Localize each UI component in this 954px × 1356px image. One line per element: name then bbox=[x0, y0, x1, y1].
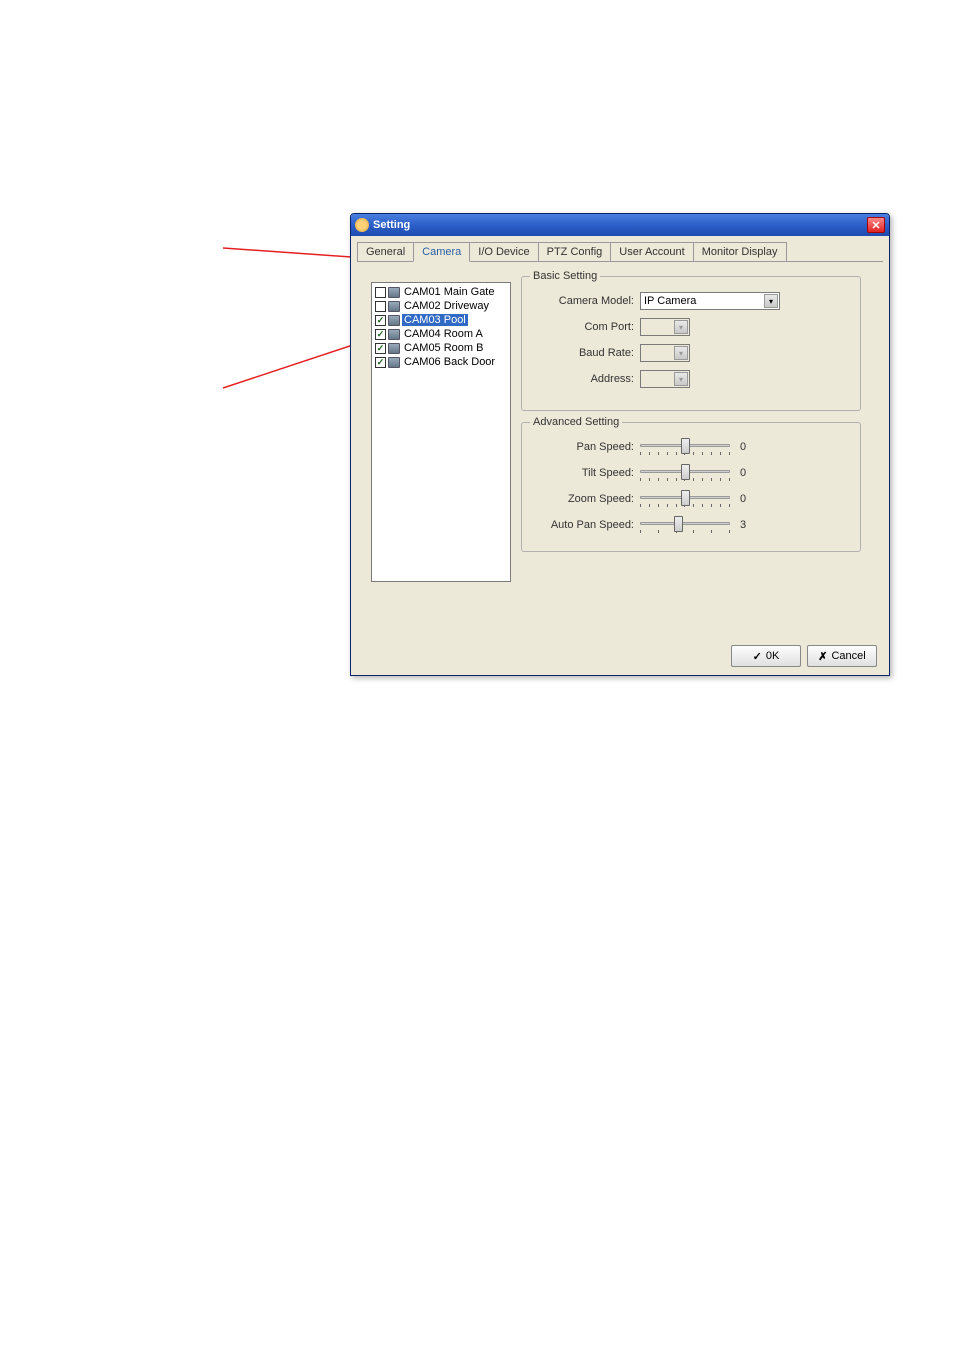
list-item[interactable]: CAM01 Main Gate bbox=[374, 285, 508, 299]
titlebar[interactable]: Setting ✕ bbox=[351, 214, 889, 236]
check-icon bbox=[753, 650, 762, 663]
camera-list[interactable]: CAM01 Main Gate CAM02 Driveway CAM03 Poo… bbox=[371, 282, 511, 582]
auto-pan-speed-slider[interactable] bbox=[640, 515, 730, 535]
cancel-button[interactable]: Cancel bbox=[807, 645, 877, 667]
cross-icon bbox=[818, 650, 827, 663]
tilt-speed-label: Tilt Speed: bbox=[530, 467, 640, 479]
tab-camera[interactable]: Camera bbox=[413, 242, 470, 262]
chevron-down-icon: ▾ bbox=[674, 372, 688, 386]
slider-thumb[interactable] bbox=[681, 490, 690, 506]
tab-general[interactable]: General bbox=[357, 242, 414, 261]
camera-model-label: Camera Model: bbox=[530, 295, 640, 307]
baud-rate-label: Baud Rate: bbox=[530, 347, 640, 359]
checkbox[interactable] bbox=[375, 343, 386, 354]
camera-model-select[interactable]: IP Camera ▾ bbox=[640, 292, 780, 310]
list-item[interactable]: CAM04 Room A bbox=[374, 327, 508, 341]
checkbox[interactable] bbox=[375, 301, 386, 312]
list-item[interactable]: CAM06 Back Door bbox=[374, 355, 508, 369]
close-icon[interactable]: ✕ bbox=[867, 217, 885, 233]
com-port-select: ▾ bbox=[640, 318, 690, 336]
com-port-label: Com Port: bbox=[530, 321, 640, 333]
legend: Basic Setting bbox=[530, 270, 600, 282]
address-label: Address: bbox=[530, 373, 640, 385]
slider-thumb[interactable] bbox=[681, 464, 690, 480]
checkbox[interactable] bbox=[375, 357, 386, 368]
camera-icon bbox=[388, 301, 400, 312]
button-label: Cancel bbox=[831, 650, 865, 662]
auto-pan-speed-value: 3 bbox=[740, 519, 746, 531]
camera-label: CAM05 Room B bbox=[402, 342, 485, 354]
camera-icon bbox=[388, 357, 400, 368]
address-select: ▾ bbox=[640, 370, 690, 388]
slider-thumb[interactable] bbox=[681, 438, 690, 454]
app-icon bbox=[355, 218, 369, 232]
camera-label: CAM02 Driveway bbox=[402, 300, 491, 312]
camera-label: CAM06 Back Door bbox=[402, 356, 497, 368]
baud-rate-select: ▾ bbox=[640, 344, 690, 362]
camera-icon bbox=[388, 329, 400, 340]
legend: Advanced Setting bbox=[530, 416, 622, 428]
zoom-speed-slider[interactable] bbox=[640, 489, 730, 509]
camera-icon bbox=[388, 315, 400, 326]
checkbox[interactable] bbox=[375, 329, 386, 340]
camera-label: CAM04 Room A bbox=[402, 328, 485, 340]
camera-label: CAM01 Main Gate bbox=[402, 286, 496, 298]
checkbox[interactable] bbox=[375, 287, 386, 298]
button-bar: 0K Cancel bbox=[731, 645, 877, 667]
chevron-down-icon: ▾ bbox=[674, 346, 688, 360]
window-title: Setting bbox=[373, 219, 867, 231]
pan-speed-label: Pan Speed: bbox=[530, 441, 640, 453]
tab-user-account[interactable]: User Account bbox=[610, 242, 693, 261]
tab-io-device[interactable]: I/O Device bbox=[469, 242, 538, 261]
tab-content: CAM01 Main Gate CAM02 Driveway CAM03 Poo… bbox=[351, 262, 889, 642]
zoom-speed-value: 0 bbox=[740, 493, 746, 505]
checkbox[interactable] bbox=[375, 315, 386, 326]
setting-dialog: Setting ✕ General Camera I/O Device PTZ … bbox=[350, 213, 890, 676]
tab-bar: General Camera I/O Device PTZ Config Use… bbox=[357, 242, 883, 262]
zoom-speed-label: Zoom Speed: bbox=[530, 493, 640, 505]
auto-pan-speed-label: Auto Pan Speed: bbox=[530, 519, 640, 531]
basic-setting-group: Basic Setting Camera Model: IP Camera ▾ … bbox=[521, 276, 861, 411]
list-item[interactable]: CAM03 Pool bbox=[374, 313, 508, 327]
ok-button[interactable]: 0K bbox=[731, 645, 801, 667]
camera-icon bbox=[388, 343, 400, 354]
button-label: 0K bbox=[766, 650, 779, 662]
list-item[interactable]: CAM05 Room B bbox=[374, 341, 508, 355]
tab-monitor-display[interactable]: Monitor Display bbox=[693, 242, 787, 261]
pan-speed-slider[interactable] bbox=[640, 437, 730, 457]
camera-label: CAM03 Pool bbox=[402, 314, 468, 326]
tilt-speed-slider[interactable] bbox=[640, 463, 730, 483]
select-value: IP Camera bbox=[644, 295, 696, 307]
advanced-setting-group: Advanced Setting Pan Speed: 0 Tilt Speed… bbox=[521, 422, 861, 552]
camera-icon bbox=[388, 287, 400, 298]
tab-ptz-config[interactable]: PTZ Config bbox=[538, 242, 612, 261]
slider-thumb[interactable] bbox=[674, 516, 683, 532]
chevron-down-icon: ▾ bbox=[674, 320, 688, 334]
list-item[interactable]: CAM02 Driveway bbox=[374, 299, 508, 313]
tilt-speed-value: 0 bbox=[740, 467, 746, 479]
chevron-down-icon: ▾ bbox=[764, 294, 778, 308]
pan-speed-value: 0 bbox=[740, 441, 746, 453]
